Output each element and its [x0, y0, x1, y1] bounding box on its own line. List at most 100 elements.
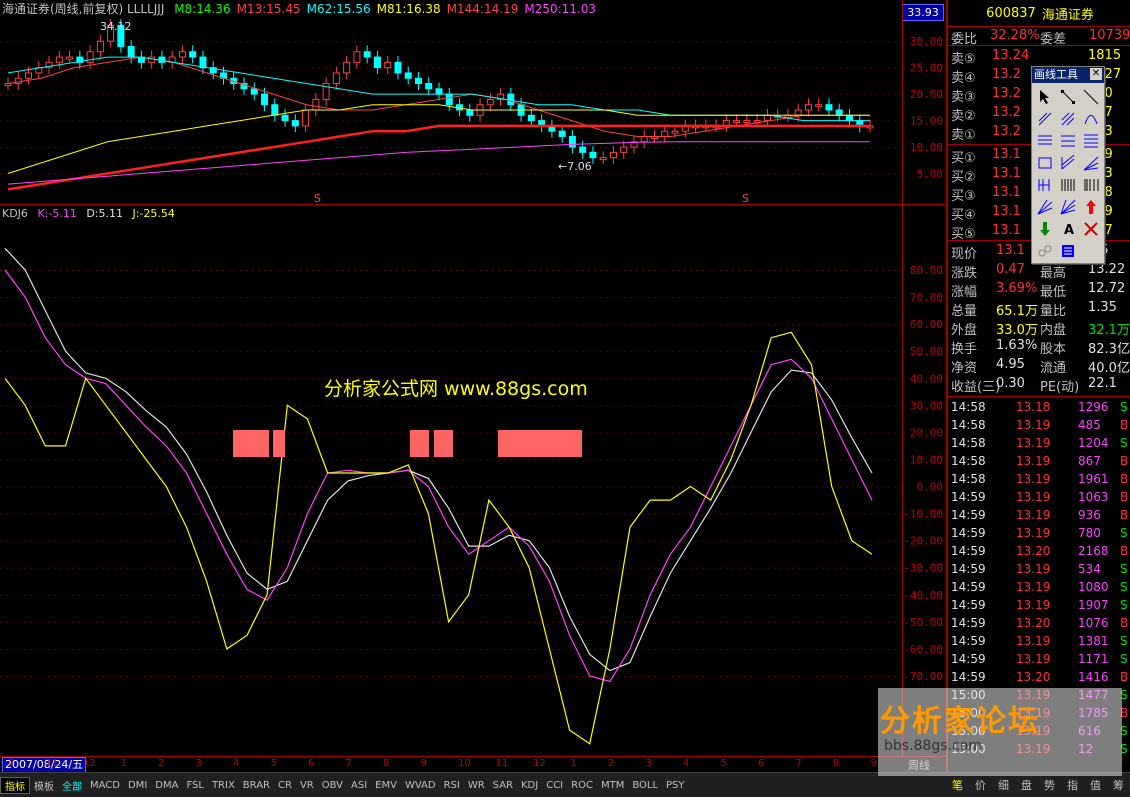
chart-area[interactable]: 30.00 25.00 20.00 15.00 10.00 5.00 34.12 ←7.06 S… — [0, 0, 946, 773]
grid-line — [876, 540, 878, 542]
candle-body — [445, 93, 453, 106]
rectangle-icon[interactable] — [1034, 152, 1056, 173]
grid-line — [462, 120, 464, 122]
quote-v1: 0.30 — [996, 376, 1025, 391]
fan-icon[interactable] — [1080, 152, 1102, 173]
up-arrow-icon[interactable] — [1080, 196, 1102, 217]
tab-boll[interactable]: BOLL — [628, 780, 662, 791]
grid-line — [798, 513, 800, 515]
tab-cci[interactable]: CCI — [542, 780, 567, 791]
tab-brar[interactable]: BRAR — [239, 780, 274, 791]
parallel-icon[interactable] — [1057, 108, 1079, 129]
right-tab[interactable]: 筹 — [1113, 777, 1124, 793]
grid-line — [96, 120, 98, 122]
segment-icon[interactable] — [1057, 86, 1079, 107]
gold-ratio-icon[interactable] — [1057, 130, 1079, 151]
tab-wr[interactable]: WR — [464, 780, 489, 791]
grid-line — [690, 459, 692, 461]
grid-line — [810, 94, 812, 96]
tab-vr[interactable]: VR — [296, 780, 318, 791]
grid-line — [486, 147, 488, 149]
fib-icon[interactable] — [1034, 130, 1056, 151]
kdj-chart[interactable]: 80.0070.0060.0050.0040.0030.0020.0010.00… — [0, 206, 946, 756]
tab-rsi[interactable]: RSI — [440, 780, 464, 791]
grid-line — [642, 513, 644, 515]
channel-icon[interactable] — [1057, 152, 1079, 173]
right-tab[interactable]: 细 — [998, 777, 1009, 793]
speed-line-icon[interactable] — [1034, 196, 1056, 217]
right-tab[interactable]: 值 — [1090, 777, 1101, 793]
tab-sar[interactable]: SAR — [489, 780, 517, 791]
grid-line — [828, 378, 830, 380]
grid-line — [774, 41, 776, 43]
tab-psy[interactable]: PSY — [662, 780, 689, 791]
grid-line — [570, 67, 572, 69]
close-button[interactable]: ✕ — [1090, 68, 1102, 80]
grid-line — [636, 459, 638, 461]
tab-指标[interactable]: 指标 — [0, 776, 30, 794]
tab-trix[interactable]: TRIX — [208, 780, 239, 791]
tab-全部[interactable]: 全部 — [58, 778, 86, 793]
right-tab[interactable]: 势 — [1044, 777, 1055, 793]
trade-row: 14:59 13.19 1080 S — [948, 578, 1130, 596]
tab-cr[interactable]: CR — [274, 780, 296, 791]
tab-macd[interactable]: MACD — [86, 780, 124, 791]
grid-line — [126, 594, 128, 596]
tab-模板[interactable]: 模板 — [30, 778, 58, 793]
drawing-toolbox[interactable]: 画线工具 ✕ A — [1031, 66, 1105, 264]
right-tab[interactable]: 盘 — [1021, 777, 1032, 793]
tab-wvad[interactable]: WVAD — [401, 780, 440, 791]
ray-icon[interactable] — [1034, 108, 1056, 129]
grid-line — [120, 67, 122, 69]
grid-line — [558, 621, 560, 623]
tab-dmi[interactable]: DMI — [124, 780, 151, 791]
tab-obv[interactable]: OBV — [318, 780, 347, 791]
grid-line — [630, 41, 632, 43]
toolbox-title-bar[interactable]: 画线工具 ✕ — [1032, 67, 1104, 83]
down-arrow-icon[interactable] — [1034, 218, 1056, 239]
tab-emv[interactable]: EMV — [371, 780, 401, 791]
grid-line — [486, 297, 488, 299]
grid-line — [708, 41, 710, 43]
line-icon[interactable] — [1080, 86, 1102, 107]
gann-fan-icon[interactable] — [1057, 196, 1079, 217]
grid-line — [252, 41, 254, 43]
grid-line — [96, 594, 98, 596]
grid-line — [72, 297, 74, 299]
tab-kdj[interactable]: KDJ — [517, 780, 542, 791]
fib-time-icon[interactable] — [1080, 174, 1102, 195]
grid-line — [786, 41, 788, 43]
list-icon[interactable] — [1057, 240, 1079, 261]
text-icon[interactable]: A — [1057, 218, 1079, 239]
cycle-icon[interactable] — [1034, 174, 1056, 195]
grid-line — [750, 486, 752, 488]
tab-fsl[interactable]: FSL — [182, 780, 208, 791]
delete-icon[interactable] — [1080, 218, 1102, 239]
grid-line — [720, 405, 722, 407]
tab-mtm[interactable]: MTM — [597, 780, 628, 791]
period-lines-icon[interactable] — [1057, 174, 1079, 195]
cursor-icon[interactable] — [1034, 86, 1056, 107]
trade-s: S — [1120, 598, 1128, 612]
tab-dma[interactable]: DMA — [151, 780, 182, 791]
grid-line — [582, 594, 584, 596]
grid-line — [54, 297, 56, 299]
grid-line — [396, 486, 398, 488]
right-tab[interactable]: 价 — [975, 777, 986, 793]
link-icon[interactable] — [1034, 240, 1056, 261]
grid-line — [108, 147, 110, 149]
grid-line — [798, 351, 800, 353]
grid-line — [642, 351, 644, 353]
tab-roc[interactable]: ROC — [567, 780, 597, 791]
grid-line — [18, 324, 20, 326]
arc-icon[interactable] — [1080, 108, 1102, 129]
price-chart[interactable]: 30.0025.0020.0015.0010.005.0034.12←7.06S… — [0, 0, 946, 204]
grid-line — [618, 486, 620, 488]
grid-line — [36, 378, 38, 380]
right-tab[interactable]: 笔 — [952, 777, 963, 793]
percent-line-icon[interactable] — [1080, 130, 1102, 151]
tab-asi[interactable]: ASI — [347, 780, 371, 791]
order-label: 卖② — [951, 109, 976, 124]
right-tab[interactable]: 指 — [1067, 777, 1078, 793]
grid-line — [360, 432, 362, 434]
